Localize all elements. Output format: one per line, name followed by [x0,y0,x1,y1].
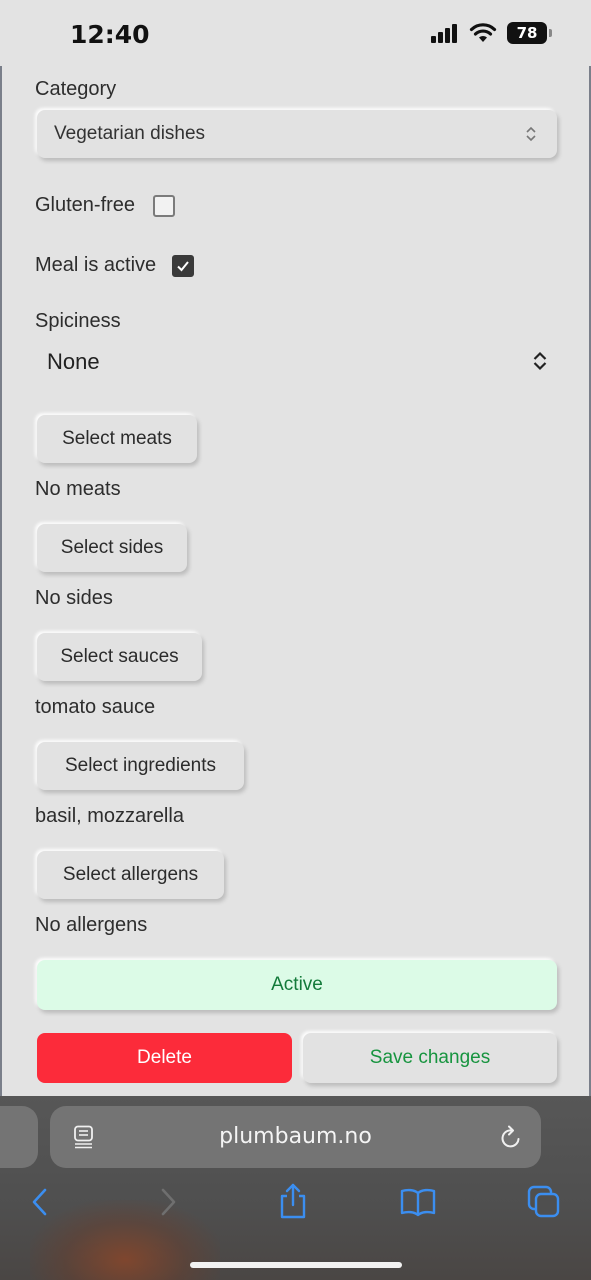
spiciness-select[interactable]: None [37,344,557,380]
status-icons: 78 [431,22,552,44]
background-glow [30,1200,220,1280]
active-status-button[interactable]: Active [37,960,557,1010]
battery-icon: 78 [507,22,552,44]
select-sides-button[interactable]: Select sides [37,524,187,572]
ingredients-value: basil, mozzarella [35,805,184,827]
meats-value: No meats [35,478,121,500]
tabs-icon[interactable] [527,1185,561,1219]
select-ingredients-label: Select ingredients [64,755,217,776]
signal-icon [431,24,457,43]
select-sauces-label: Select sauces [60,646,179,667]
select-meats-label: Select meats [62,428,172,449]
meal-edit-form: Category Vegetarian dishes Gluten-free M… [0,66,591,1096]
delete-button[interactable]: Delete [37,1033,292,1083]
status-time: 12:40 [70,20,150,49]
spiciness-value: None [47,349,100,374]
url-text: plumbaum.no [219,1124,372,1149]
select-allergens-button[interactable]: Select allergens [37,851,224,899]
spiciness-label: Spiciness [35,310,121,332]
checkmark-icon [177,261,189,272]
gluten-free-label: Gluten-free [35,194,136,216]
browser-toolbar: plumbaum.no [0,1096,591,1280]
home-indicator[interactable] [190,1262,402,1268]
gluten-free-checkbox[interactable] [153,195,175,217]
select-sides-label: Select sides [60,537,164,558]
share-icon[interactable] [278,1183,308,1219]
updown-chevron-icon [533,351,547,371]
updown-chevron-icon [526,126,536,142]
category-value: Vegetarian dishes [54,123,206,144]
reload-icon[interactable] [499,1124,523,1150]
sides-value: No sides [35,587,113,609]
category-label: Category [35,78,117,100]
wifi-icon [469,23,497,42]
active-status-label: Active [271,974,323,995]
select-sauces-button[interactable]: Select sauces [37,633,202,681]
sauces-value: tomato sauce [35,696,156,718]
previous-tab[interactable] [0,1106,38,1168]
select-meats-button[interactable]: Select meats [37,415,197,463]
back-icon[interactable] [30,1187,50,1217]
meal-active-checkbox[interactable] [172,255,194,277]
category-select[interactable]: Vegetarian dishes [37,110,557,158]
delete-label: Delete [137,1047,192,1068]
allergens-value: No allergens [35,914,148,936]
select-ingredients-button[interactable]: Select ingredients [37,742,244,790]
save-changes-label: Save changes [369,1047,491,1068]
address-bar[interactable]: plumbaum.no [50,1106,541,1168]
meal-active-label: Meal is active [35,254,157,276]
select-allergens-label: Select allergens [62,864,199,885]
status-bar: 12:40 78 [0,0,591,66]
save-changes-button[interactable]: Save changes [303,1033,557,1083]
bookmarks-icon[interactable] [400,1187,436,1217]
forward-icon[interactable] [158,1187,178,1217]
